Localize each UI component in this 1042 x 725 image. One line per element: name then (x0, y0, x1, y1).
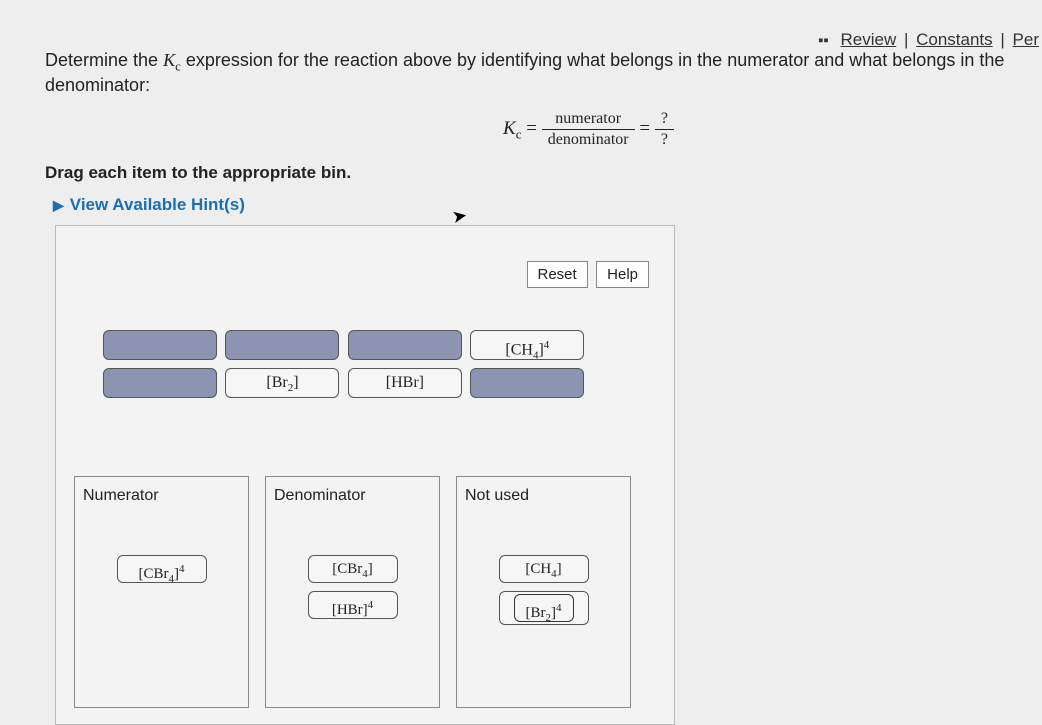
chip-hbr[interactable]: [HBr] (348, 368, 462, 398)
eq-den2: ? (655, 130, 674, 149)
empty-slot[interactable] (348, 330, 462, 360)
bins-row: Numerator [CBr4]4 Denominator [CBr4] [HB… (74, 476, 631, 708)
chevron-right-icon: ▶ (53, 197, 64, 214)
constants-link[interactable]: Constants (916, 30, 993, 49)
chip-cbr4[interactable]: [CBr4] (308, 555, 398, 583)
empty-slot[interactable] (103, 368, 217, 398)
review-icon: ▪▪ (818, 32, 829, 49)
chip-ch4[interactable]: [CH4] (499, 555, 589, 583)
work-area: Reset Help [CH4]4 [Br2] [HBr] Numerator … (55, 225, 675, 725)
periodic-link[interactable]: Per (1013, 30, 1039, 49)
empty-slot[interactable] (103, 330, 217, 360)
help-button[interactable]: Help (596, 261, 649, 288)
work-area-buttons: Reset Help (523, 261, 650, 288)
bin-title: Not used (465, 487, 622, 505)
eq-num1: numerator (542, 110, 635, 130)
reset-button[interactable]: Reset (527, 261, 588, 288)
empty-slot[interactable] (225, 330, 339, 360)
source-items: [CH4]4 [Br2] [HBr] (101, 326, 641, 402)
view-hints-toggle[interactable]: ▶View Available Hint(s) (53, 195, 1042, 215)
top-links: ▪▪ Review | Constants | Per (818, 30, 1042, 50)
eq-num2: ? (655, 110, 674, 130)
bin-title: Denominator (274, 487, 431, 505)
chip-br2-4[interactable]: [Br2]4 (499, 591, 589, 625)
question-text: Determine the Kc expression for the reac… (45, 50, 1042, 96)
eq-den1: denominator (542, 130, 635, 149)
equation: Kc = numerator denominator = ? ? (45, 110, 1042, 149)
bin-notused[interactable]: Not used [CH4] [Br2]4 (456, 476, 631, 708)
bin-title: Numerator (83, 487, 240, 505)
chip-hbr-4[interactable]: [HBr]4 (308, 591, 398, 619)
chip-ch4-4[interactable]: [CH4]4 (470, 330, 584, 360)
empty-slot[interactable] (470, 368, 584, 398)
review-link[interactable]: Review (840, 30, 896, 49)
drag-instruction: Drag each item to the appropriate bin. (45, 163, 1042, 183)
bin-numerator[interactable]: Numerator [CBr4]4 (74, 476, 249, 708)
chip-br2[interactable]: [Br2] (225, 368, 339, 398)
bin-denominator[interactable]: Denominator [CBr4] [HBr]4 (265, 476, 440, 708)
chip-cbr4-4[interactable]: [CBr4]4 (117, 555, 207, 583)
